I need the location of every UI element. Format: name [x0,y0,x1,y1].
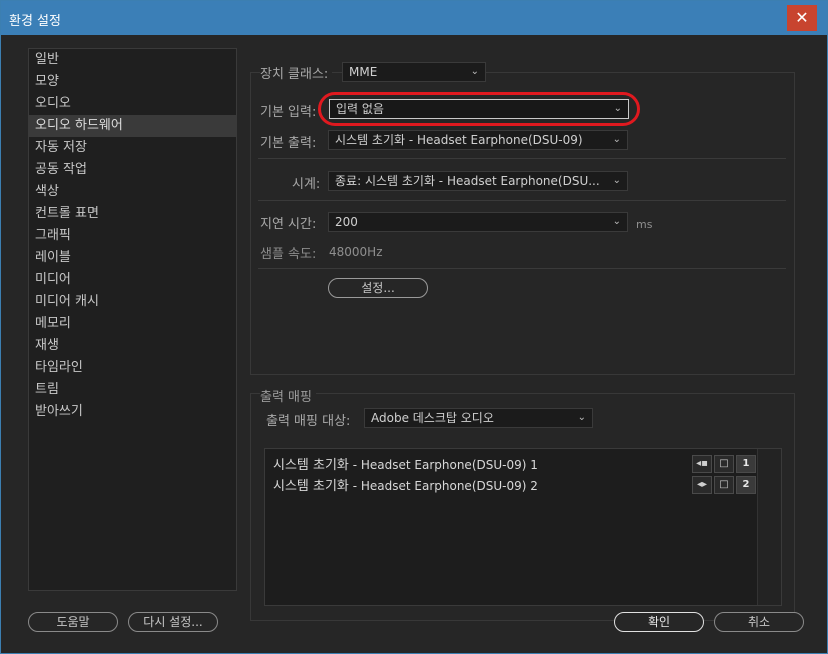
latency-label: 지연 시간: [260,217,317,232]
category-item-audio-hardware[interactable]: 오디오 하드웨어 [29,115,236,137]
output-mapping-target-dropdown[interactable]: Adobe 데스크탑 오디오 ⌄ [364,408,593,428]
category-item-collaboration[interactable]: 공동 작업 [29,159,236,181]
category-item-timeline[interactable]: 타임라인 [29,357,236,379]
output-mapping-target-label: 출력 매핑 대상: [266,414,351,429]
close-button[interactable]: ✕ [787,5,817,31]
list-item[interactable]: 시스템 초기화 - Headset Earphone(DSU-09) 2 [273,477,538,495]
highlight-annotation [318,92,640,126]
sample-rate-label: 샘플 속도: [260,247,317,262]
channel-box-icon[interactable]: □ [714,455,734,473]
sample-rate-value: 48000Hz [329,245,383,259]
default-input-label: 기본 입력: [260,105,317,120]
channel-prefix: 시스템 초기화 [273,479,349,494]
category-item-playback[interactable]: 재생 [29,335,236,357]
channel-suffix: - Headset Earphone(DSU-09) 2 [348,479,538,493]
reset-button[interactable]: 다시 설정... [128,612,218,632]
channel-number: 2 [736,476,756,494]
master-clock-dropdown[interactable]: 종료: 시스템 초기화 - Headset Earphone(DSU... ⌄ [328,171,628,191]
chevron-down-icon: ⌄ [470,66,479,77]
category-item-auto-save[interactable]: 자동 저장 [29,137,236,159]
device-class-value: MME [349,65,378,79]
ok-button[interactable]: 확인 [614,612,704,632]
divider [258,158,786,159]
category-item-appearance[interactable]: 모양 [29,71,236,93]
default-output-label: 기본 출력: [260,136,317,151]
window-title: 환경 설정 [9,14,61,29]
channel-suffix: - Headset Earphone(DSU-09) 1 [348,458,538,472]
category-item-graphics[interactable]: 그래픽 [29,225,236,247]
category-item-general[interactable]: 일반 [29,49,236,71]
latency-dropdown[interactable]: 200 ⌄ [328,212,628,232]
category-item-memory[interactable]: 메모리 [29,313,236,335]
output-mapping-scrollbar[interactable] [757,449,781,605]
list-item[interactable]: 시스템 초기화 - Headset Earphone(DSU-09) 1 [273,456,538,474]
chevron-down-icon: ⌄ [577,412,586,423]
category-item-color[interactable]: 색상 [29,181,236,203]
output-mapping-target-value: Adobe 데스크탑 오디오 [371,411,494,425]
category-item-labels[interactable]: 레이블 [29,247,236,269]
speaker-left-icon[interactable]: ◂▪ [692,455,712,473]
category-item-transcription[interactable]: 받아쓰기 [29,401,236,423]
output-mapping-title: 출력 매핑 [260,386,316,405]
chevron-down-icon: ⌄ [612,216,621,227]
settings-button[interactable]: 설정... [328,278,428,298]
device-class-label: 장치 클래스: [260,63,333,82]
category-item-media-cache[interactable]: 미디어 캐시 [29,291,236,313]
latency-value: 200 [335,215,358,229]
category-item-media[interactable]: 미디어 [29,269,236,291]
chevron-down-icon: ⌄ [612,134,621,145]
category-list: 일반 모양 오디오 오디오 하드웨어 자동 저장 공동 작업 색상 컨트롤 표면… [28,48,237,591]
channel-prefix: 시스템 초기화 [273,458,349,473]
chevron-down-icon: ⌄ [612,175,621,186]
channel-number: 1 [736,455,756,473]
title-bar[interactable]: 환경 설정 ✕ [1,1,827,35]
help-button[interactable]: 도움말 [28,612,118,632]
divider [258,200,786,201]
default-output-dropdown[interactable]: 시스템 초기화 - Headset Earphone(DSU-09) ⌄ [328,130,628,150]
cancel-button[interactable]: 취소 [714,612,804,632]
divider [258,268,786,269]
category-item-audio[interactable]: 오디오 [29,93,236,115]
speaker-right-icon[interactable]: ◂▸ [692,476,712,494]
master-clock-label: 시계: [292,177,321,192]
category-item-control-surface[interactable]: 컨트롤 표면 [29,203,236,225]
latency-unit: ms [636,218,653,231]
default-output-value: 시스템 초기화 - Headset Earphone(DSU-09) [335,133,583,147]
device-class-dropdown[interactable]: MME ⌄ [342,62,486,82]
channel-box-icon[interactable]: □ [714,476,734,494]
category-item-trim[interactable]: 트림 [29,379,236,401]
master-clock-value: 종료: 시스템 초기화 - Headset Earphone(DSU... [335,174,600,188]
